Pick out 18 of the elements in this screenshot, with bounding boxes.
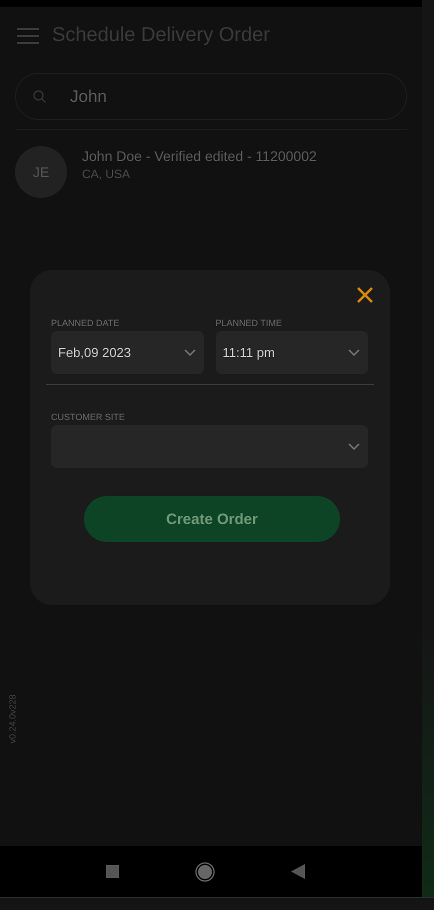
dropdown-field[interactable]: 11:11 pm [216, 331, 368, 374]
menu-icon[interactable] [16, 26, 40, 44]
field-label: PLANNED TIME [216, 318, 283, 328]
square-icon[interactable] [106, 865, 118, 878]
search-field[interactable]: John [15, 73, 407, 120]
chevron-down-icon [348, 348, 360, 356]
dropdown-field[interactable] [51, 425, 368, 468]
customer-name[interactable]: John Doe - Verified edited - 11200002 [82, 148, 317, 164]
chevron-down-icon [348, 442, 360, 450]
search-icon [33, 90, 46, 103]
customer-location: CA, USA [82, 166, 132, 180]
back-icon[interactable] [290, 864, 304, 879]
chevron-down-icon [184, 348, 196, 356]
home-icon[interactable] [194, 862, 214, 882]
field-label: PLANNED DATE [51, 318, 120, 328]
field-label: CUSTOMER SITE [51, 412, 126, 422]
create-order-button[interactable]: Create Order [84, 496, 340, 542]
dropdown-field[interactable]: Feb,09 2023 [51, 331, 204, 374]
